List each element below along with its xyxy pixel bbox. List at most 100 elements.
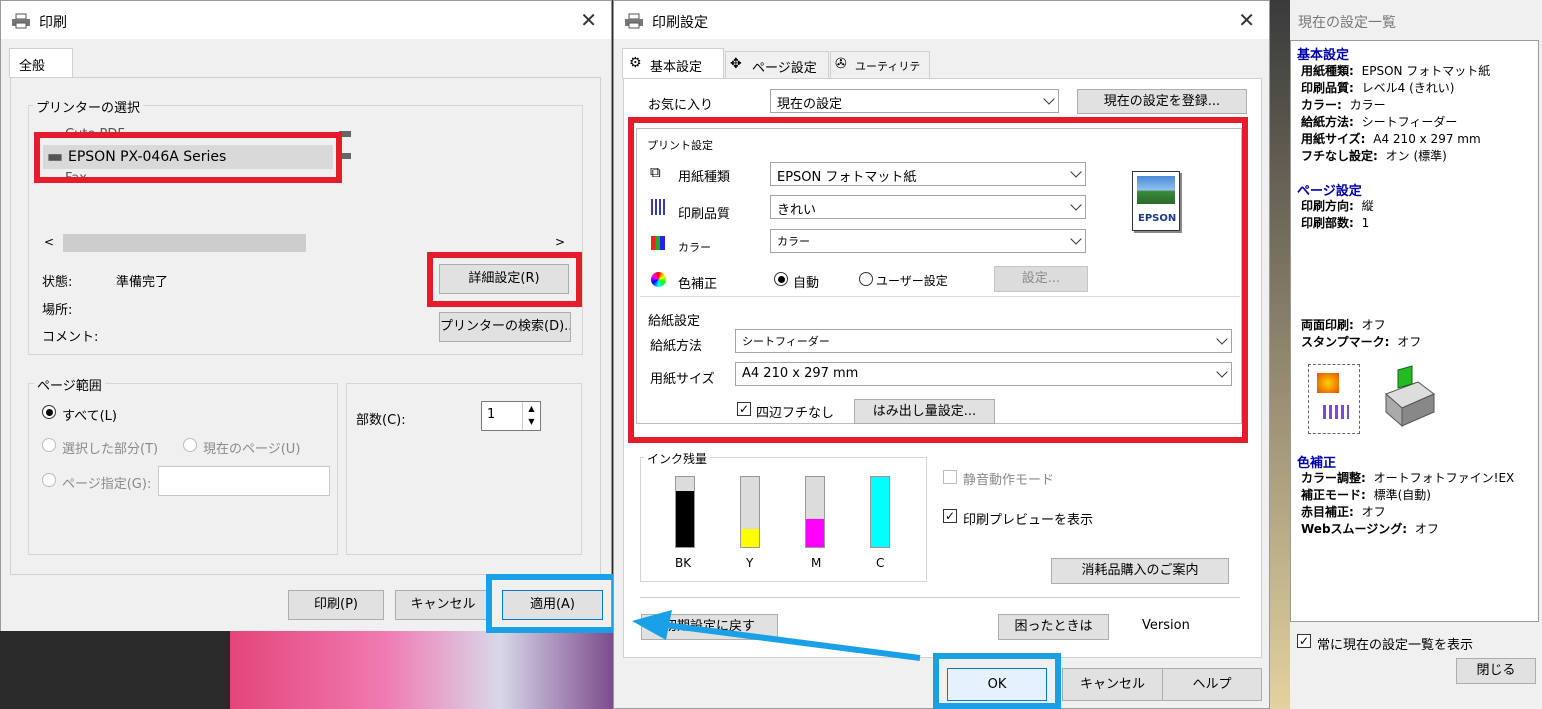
- print-dialog-title: 印刷: [39, 15, 67, 31]
- current-page-label: 現在のページ(U): [203, 442, 301, 457]
- highlight-ok-button: [933, 653, 1061, 709]
- pages-radio[interactable]: [42, 473, 56, 487]
- printer-illustration-icon: [1378, 364, 1438, 434]
- summary-item-key: 用紙種類:: [1301, 64, 1354, 78]
- copies-spinner[interactable]: ▲ ▼: [522, 402, 540, 430]
- summary-item-key: カラー:: [1301, 98, 1342, 112]
- find-printer-button[interactable]: プリンターの検索(D)...: [439, 312, 571, 342]
- copies-value: 1: [487, 407, 496, 422]
- scroll-right-icon[interactable]: >: [555, 235, 565, 249]
- page-range-label: ページ範囲: [34, 375, 105, 394]
- favorites-value: 現在の設定: [777, 97, 843, 112]
- always-show-checkbox[interactable]: ✓: [1297, 634, 1311, 648]
- summary-item-key: 赤目補正:: [1301, 505, 1354, 519]
- close-icon[interactable]: ✕: [1238, 8, 1255, 32]
- selection-label: 選択した部分(T): [62, 442, 159, 457]
- summary-item-key: Webスムージング:: [1301, 522, 1408, 536]
- summary-item-value: A4 210 x 297 mm: [1369, 132, 1481, 146]
- summary-item-value: オフ: [1357, 318, 1386, 332]
- highlight-advanced-button: [427, 252, 582, 307]
- summary-close-button[interactable]: 閉じる: [1456, 658, 1536, 684]
- printer-icon: [625, 13, 643, 29]
- tab-general-label: 全般: [19, 59, 46, 74]
- print-dialog-titlebar: 印刷 ✕: [1, 1, 611, 39]
- printer-list-scrollbar[interactable]: < >: [41, 233, 569, 253]
- pages-input[interactable]: [158, 466, 330, 496]
- help-button[interactable]: ヘルプ: [1162, 668, 1262, 701]
- settings-title: 印刷設定: [652, 15, 708, 31]
- tab-page[interactable]: ✥ ページ設定: [725, 51, 829, 78]
- register-settings-label: 現在の設定を登録...: [1103, 94, 1221, 109]
- version-label: Version: [1142, 618, 1190, 633]
- comment-label: コメント:: [42, 330, 99, 345]
- print-button[interactable]: 印刷(P): [288, 590, 384, 620]
- help-button-label: ヘルプ: [1192, 677, 1232, 692]
- highlight-print-settings: [628, 117, 1248, 443]
- summary-item-value: オフ: [1357, 505, 1386, 519]
- quiet-mode-label: 静音動作モード: [963, 473, 1055, 488]
- favorites-dropdown[interactable]: 現在の設定: [770, 89, 1059, 113]
- ink-label: インク残量: [644, 450, 711, 467]
- register-settings-button[interactable]: 現在の設定を登録...: [1077, 89, 1247, 114]
- background-strip-right: [1270, 0, 1290, 709]
- summary-item: 赤目補正: オフ: [1301, 503, 1386, 520]
- tab-general[interactable]: 全般: [9, 48, 73, 78]
- supplies-button[interactable]: 消耗品購入のご案内: [1051, 558, 1229, 584]
- chevron-down-icon: [1043, 93, 1055, 105]
- summary-title: 現在の設定一覧: [1298, 15, 1396, 31]
- summary-item-value: オフ: [1393, 335, 1422, 349]
- highlight-epson-printer: [34, 132, 342, 183]
- cancel-button[interactable]: キャンセル: [395, 590, 491, 620]
- summary-item-key: 用紙サイズ:: [1301, 132, 1366, 146]
- trouble-button-label: 困ったときは: [1014, 619, 1093, 634]
- copies-input[interactable]: 1 ▲ ▼: [481, 401, 541, 431]
- ink-tank-y: [740, 476, 760, 548]
- printer-icon: [1385, 365, 1435, 428]
- preview-checkbox[interactable]: ✓: [943, 509, 957, 523]
- ink-tank-c: [870, 476, 890, 548]
- supplies-button-label: 消耗品購入のご案内: [1081, 563, 1199, 578]
- summary-item-value: オートフォトファイン!EX: [1369, 471, 1515, 485]
- settings-cancel-button[interactable]: キャンセル: [1062, 668, 1163, 701]
- status-value: 準備完了: [116, 275, 169, 290]
- summary-item-key: 補正モード:: [1301, 488, 1366, 502]
- summary-item-key: カラー調整:: [1301, 471, 1366, 485]
- all-radio[interactable]: [42, 405, 56, 419]
- tab-utility[interactable]: ✇ ユーティリティー: [830, 51, 930, 89]
- background-artwork: [230, 630, 615, 709]
- summary-item-key: 印刷品質:: [1301, 81, 1354, 95]
- summary-item-value: 1: [1357, 216, 1370, 230]
- summary-item: カラー調整: オートフォトファイン!EX: [1301, 469, 1514, 486]
- favorites-label: お気に入り: [648, 98, 714, 113]
- scroll-left-icon[interactable]: <: [44, 235, 54, 249]
- scrollbar-thumb[interactable]: [63, 234, 306, 252]
- summary-item: 補正モード: 標準(自動): [1301, 486, 1431, 503]
- trouble-button[interactable]: 困ったときは: [998, 614, 1109, 640]
- summary-item: 用紙種類: EPSON フォトマット紙: [1301, 62, 1490, 79]
- summary-item: スタンプマーク: オフ: [1301, 333, 1421, 350]
- ink-name: BK: [675, 556, 692, 570]
- separator: [640, 597, 1240, 598]
- chart-thumbnail: [1323, 405, 1349, 419]
- close-icon[interactable]: ✕: [580, 8, 597, 32]
- current-page-radio[interactable]: [183, 438, 197, 452]
- tab-page-label: ページ設定: [752, 61, 817, 76]
- status-label: 状態:: [42, 275, 73, 290]
- ink-tank-m: [805, 476, 825, 548]
- ink-level-fill: [676, 491, 694, 547]
- pages-label: ページ指定(G):: [62, 477, 152, 492]
- tab-basic[interactable]: ⚙ 基本設定: [622, 48, 724, 79]
- ink-level-fill: [871, 477, 889, 547]
- summary-item-value: カラー: [1345, 98, 1386, 112]
- summary-item: 用紙サイズ: A4 210 x 297 mm: [1301, 130, 1481, 147]
- summary-item-value: レベル4 (きれい): [1357, 81, 1455, 95]
- summary-heading: 基本設定: [1297, 48, 1350, 63]
- selection-radio[interactable]: [42, 438, 56, 452]
- summary-item-value: オン (標準): [1381, 149, 1447, 163]
- summary-item: 印刷品質: レベル4 (きれい): [1301, 79, 1454, 96]
- summary-close-label: 閉じる: [1476, 663, 1516, 678]
- quiet-mode-checkbox[interactable]: [943, 470, 957, 484]
- ink-tank-bk: [675, 476, 695, 548]
- location-label: 場所:: [42, 303, 73, 318]
- summary-item: Webスムージング: オフ: [1301, 520, 1439, 537]
